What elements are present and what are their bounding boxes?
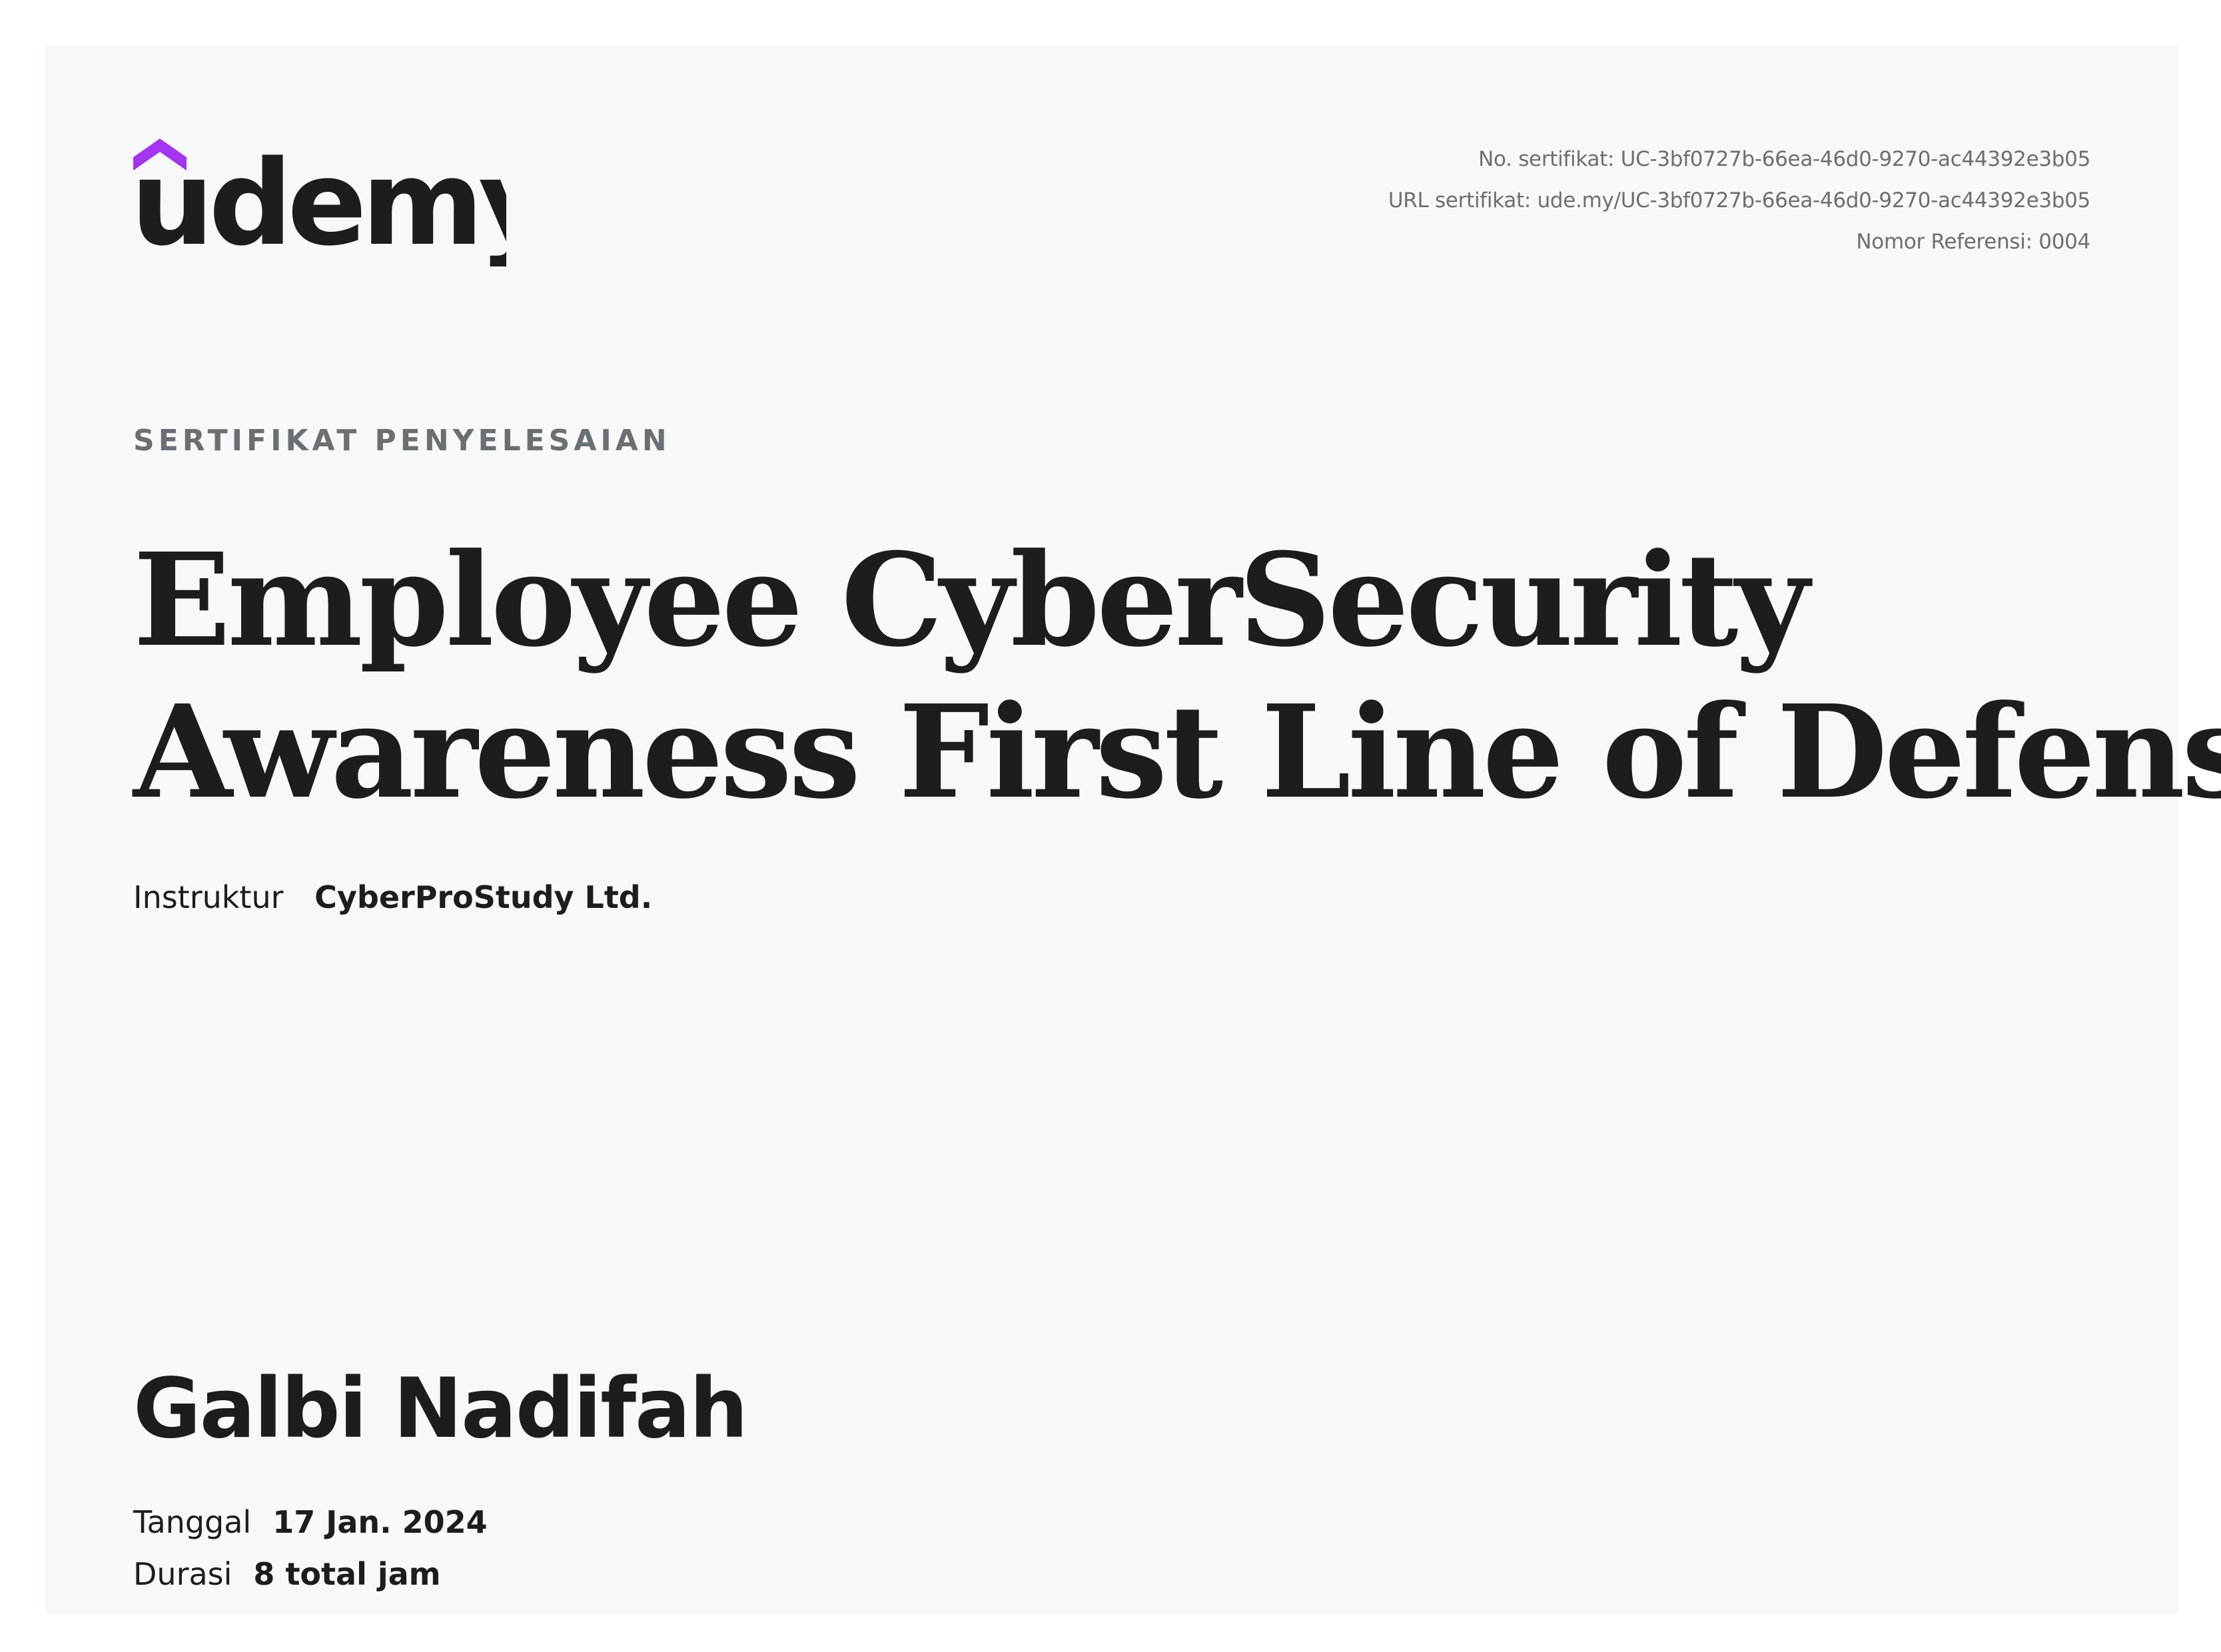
instructor-label: Instruktur: [133, 879, 284, 915]
course-title-line-1: Employee CyberSecurity: [133, 526, 1809, 675]
udemy-logo-mark: udemy: [133, 135, 506, 266]
date-label: Tanggal: [133, 1504, 252, 1540]
logo-wordmark: udemy: [133, 135, 506, 266]
completion-details: Tanggal 17 Jan. 2024 Durasi 8 total jam: [133, 1496, 488, 1600]
course-title: Employee CyberSecurity Awareness First L…: [133, 525, 2221, 829]
duration-label: Durasi: [133, 1556, 232, 1592]
certificate-type-label: SERTIFIKAT PENYELESAIAN: [133, 424, 671, 458]
certificate-number: No. sertifikat: UC-3bf0727b-66ea-46d0-92…: [1478, 147, 2090, 171]
udemy-logo: udemy: [133, 133, 506, 266]
instructor-name: CyberProStudy Ltd.: [314, 879, 653, 915]
recipient-name: Galbi Nadifah: [133, 1361, 748, 1457]
course-title-line-2: Awareness First Line of Defense: [133, 677, 2221, 827]
certificate: udemy No. sertifikat: UC-3bf0727b-66ea-4…: [45, 45, 2221, 1615]
date-value: 17 Jan. 2024: [272, 1504, 488, 1540]
certificate-meta: No. sertifikat: UC-3bf0727b-66ea-46d0-92…: [1388, 139, 2090, 262]
duration-value: 8 total jam: [253, 1556, 441, 1592]
certificate-url[interactable]: URL sertifikat: ude.my/UC-3bf0727b-66ea-…: [1388, 180, 2090, 221]
date-row: Tanggal 17 Jan. 2024: [133, 1496, 488, 1548]
duration-row: Durasi 8 total jam: [133, 1548, 488, 1600]
reference-number: Nomor Referensi: 0004: [1856, 230, 2090, 254]
instructor-row: Instruktur CyberProStudy Ltd.: [133, 879, 652, 915]
